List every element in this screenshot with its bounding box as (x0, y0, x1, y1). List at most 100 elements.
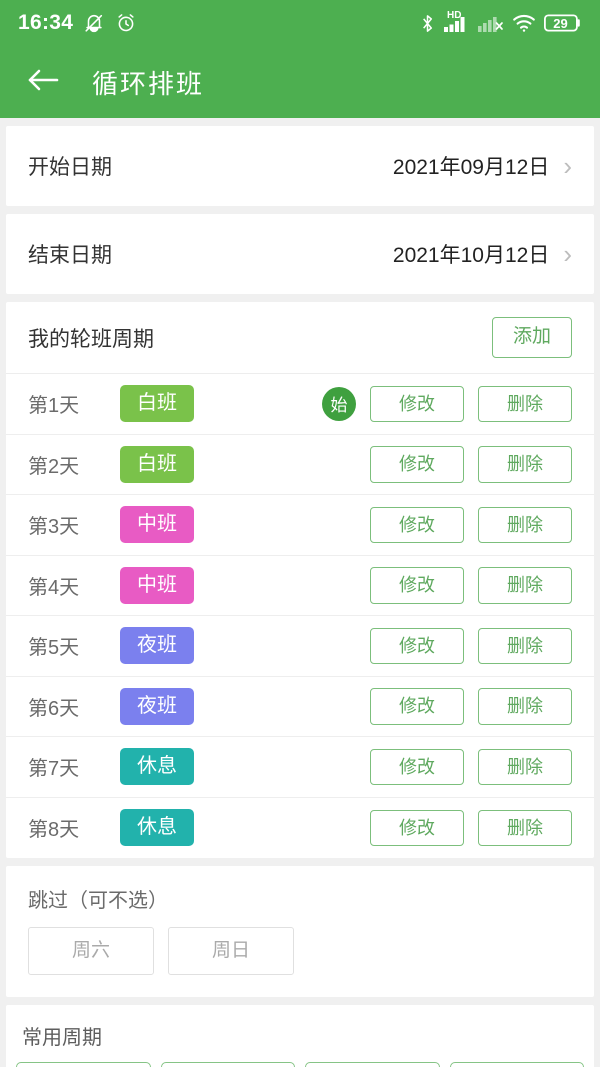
day-label: 第4天 (28, 576, 80, 599)
shift-day-row: 第7天 休息 修改 删除 (6, 737, 594, 798)
day-actions: 修改 删除 (322, 446, 572, 483)
shift-cycle-title: 我的轮班周期 (28, 327, 154, 351)
battery-icon: 29 (544, 13, 582, 33)
badge-spacer (322, 568, 356, 602)
back-arrow-icon (26, 66, 60, 99)
edit-button[interactable]: 修改 (370, 446, 464, 483)
shift-tag[interactable]: 白班 (120, 445, 194, 483)
skip-option-button[interactable]: 周日 (168, 927, 294, 975)
shift-day-row: 第4天 中班 修改 删除 (6, 556, 594, 616)
common-cycle-button[interactable]: 二班倒 (16, 1061, 151, 1067)
status-bar: 16:34 HD 29 (0, 0, 600, 46)
day-actions: 修改 删除 (322, 809, 572, 846)
edit-button[interactable]: 修改 (370, 688, 464, 725)
badge-spacer (322, 750, 356, 784)
day-label: 第2天 (28, 455, 80, 478)
shift-cycle-header: 我的轮班周期 添加 (6, 302, 594, 374)
shift-day-row: 第5天 夜班 修改 删除 (6, 616, 594, 677)
shift-tag[interactable]: 中班 (120, 566, 194, 604)
shift-cycle-card: 我的轮班周期 添加 第1天 白班始修改 删除 第2天 白班 修改 删除 第3天 中班 修改 删除 第4… (6, 302, 594, 858)
common-cycles-title: 常用周期 (22, 1026, 102, 1049)
edit-button[interactable]: 修改 (370, 748, 464, 785)
status-bar-left: 16:34 (18, 11, 137, 35)
end-date-value: 2021年10月12日 (392, 244, 550, 267)
shift-day-row: 第3天 中班 修改 删除 (6, 495, 594, 556)
add-button[interactable]: 添加 (491, 317, 572, 358)
edit-button[interactable]: 修改 (370, 809, 464, 846)
day-label: 第3天 (28, 516, 80, 539)
delete-button[interactable]: 删除 (478, 627, 572, 664)
end-date-card: 结束日期 2021年10月12日 › (6, 214, 594, 294)
app-bar: 循环排班 (0, 46, 600, 118)
battery-level-label: 29 (553, 15, 568, 31)
shift-tag[interactable]: 休息 (120, 748, 194, 786)
shift-tag[interactable]: 白班 (120, 385, 194, 423)
common-cycles-card: 常用周期 二班倒 四班三倒 四班三倒2 二班倒2 (6, 1004, 594, 1067)
common-cycles-buttons: 二班倒 四班三倒 四班三倒2 二班倒2 (16, 1061, 584, 1067)
day-actions: 修改 删除 (322, 567, 572, 604)
shift-day-row: 第8天 休息 修改 删除 (6, 798, 594, 859)
badge-spacer (322, 811, 356, 845)
shift-day-row: 第6天 夜班 修改 删除 (6, 677, 594, 737)
day-actions: 修改 删除 (322, 688, 572, 725)
edit-button[interactable]: 修改 (370, 506, 464, 543)
wifi-icon (512, 13, 536, 33)
shift-tag[interactable]: 夜班 (120, 687, 194, 725)
delete-button[interactable]: 删除 (478, 385, 572, 422)
common-cycle-button[interactable]: 四班三倒 (160, 1061, 295, 1067)
day-actions: 始修改 删除 (322, 385, 572, 422)
skip-card: 跳过（可不选） 周六 周日 (6, 866, 594, 997)
day-label: 第7天 (28, 758, 80, 781)
delete-button[interactable]: 删除 (478, 567, 572, 604)
start-date-value: 2021年09月12日 (392, 156, 550, 179)
bell-mute-icon (83, 12, 105, 34)
signal-bars-icon (444, 17, 465, 32)
common-cycle-button[interactable]: 四班三倒2 (305, 1061, 440, 1067)
day-label: 第8天 (28, 819, 80, 842)
end-date-row[interactable]: 结束日期 2021年10月12日 › (6, 214, 594, 294)
delete-button[interactable]: 删除 (478, 809, 572, 846)
edit-button[interactable]: 修改 (370, 627, 464, 664)
bluetooth-icon (419, 13, 436, 34)
start-badge: 始 (322, 386, 356, 421)
shift-tag[interactable]: 休息 (120, 809, 194, 847)
delete-button[interactable]: 删除 (478, 446, 572, 483)
day-actions: 修改 删除 (322, 506, 572, 543)
common-cycle-button[interactable]: 二班倒2 (449, 1061, 584, 1067)
delete-button[interactable]: 删除 (478, 506, 572, 543)
day-label: 第5天 (28, 637, 80, 660)
shift-day-row: 第2天 白班 修改 删除 (6, 435, 594, 495)
alarm-clock-icon (115, 12, 137, 34)
start-date-right: 2021年09月12日 › (393, 151, 572, 181)
back-button[interactable] (22, 61, 64, 103)
delete-button[interactable]: 删除 (478, 688, 572, 725)
edit-button[interactable]: 修改 (370, 567, 464, 604)
badge-spacer (322, 447, 356, 481)
page-title: 循环排班 (92, 68, 205, 99)
start-date-label: 开始日期 (28, 156, 112, 179)
skip-option-button[interactable]: 周六 (28, 927, 154, 975)
badge-spacer (322, 629, 356, 663)
shift-day-row: 第1天 白班 始修改 删除 (6, 374, 594, 435)
status-clock: 16:34 (18, 11, 74, 34)
day-label: 第1天 (28, 395, 80, 418)
end-date-right: 2021年10月12日 › (393, 239, 572, 269)
skip-title: 跳过（可不选） (28, 890, 168, 912)
skip-options: 周六 周日 (28, 927, 572, 975)
start-date-card: 开始日期 2021年09月12日 › (6, 126, 594, 206)
status-bar-right: HD 29 (419, 11, 582, 34)
signal-no-service-icon (478, 13, 504, 33)
shift-tag[interactable]: 夜班 (120, 627, 194, 665)
start-date-row[interactable]: 开始日期 2021年09月12日 › (6, 126, 594, 206)
shift-tag[interactable]: 中班 (120, 506, 194, 544)
chevron-right-icon: › (563, 239, 572, 269)
hd-signal-group: HD (444, 11, 470, 34)
day-label: 第6天 (28, 697, 80, 720)
shift-day-list: 第1天 白班始修改 删除 第2天 白班 修改 删除 第3天 中班 修改 删除 第4天 中班 修改 删除 第5天… (6, 374, 594, 858)
delete-button[interactable]: 删除 (478, 748, 572, 785)
badge-spacer (322, 689, 356, 723)
day-actions: 修改 删除 (322, 627, 572, 664)
day-actions: 修改 删除 (322, 748, 572, 785)
edit-button[interactable]: 修改 (370, 385, 464, 422)
chevron-right-icon: › (563, 151, 572, 181)
